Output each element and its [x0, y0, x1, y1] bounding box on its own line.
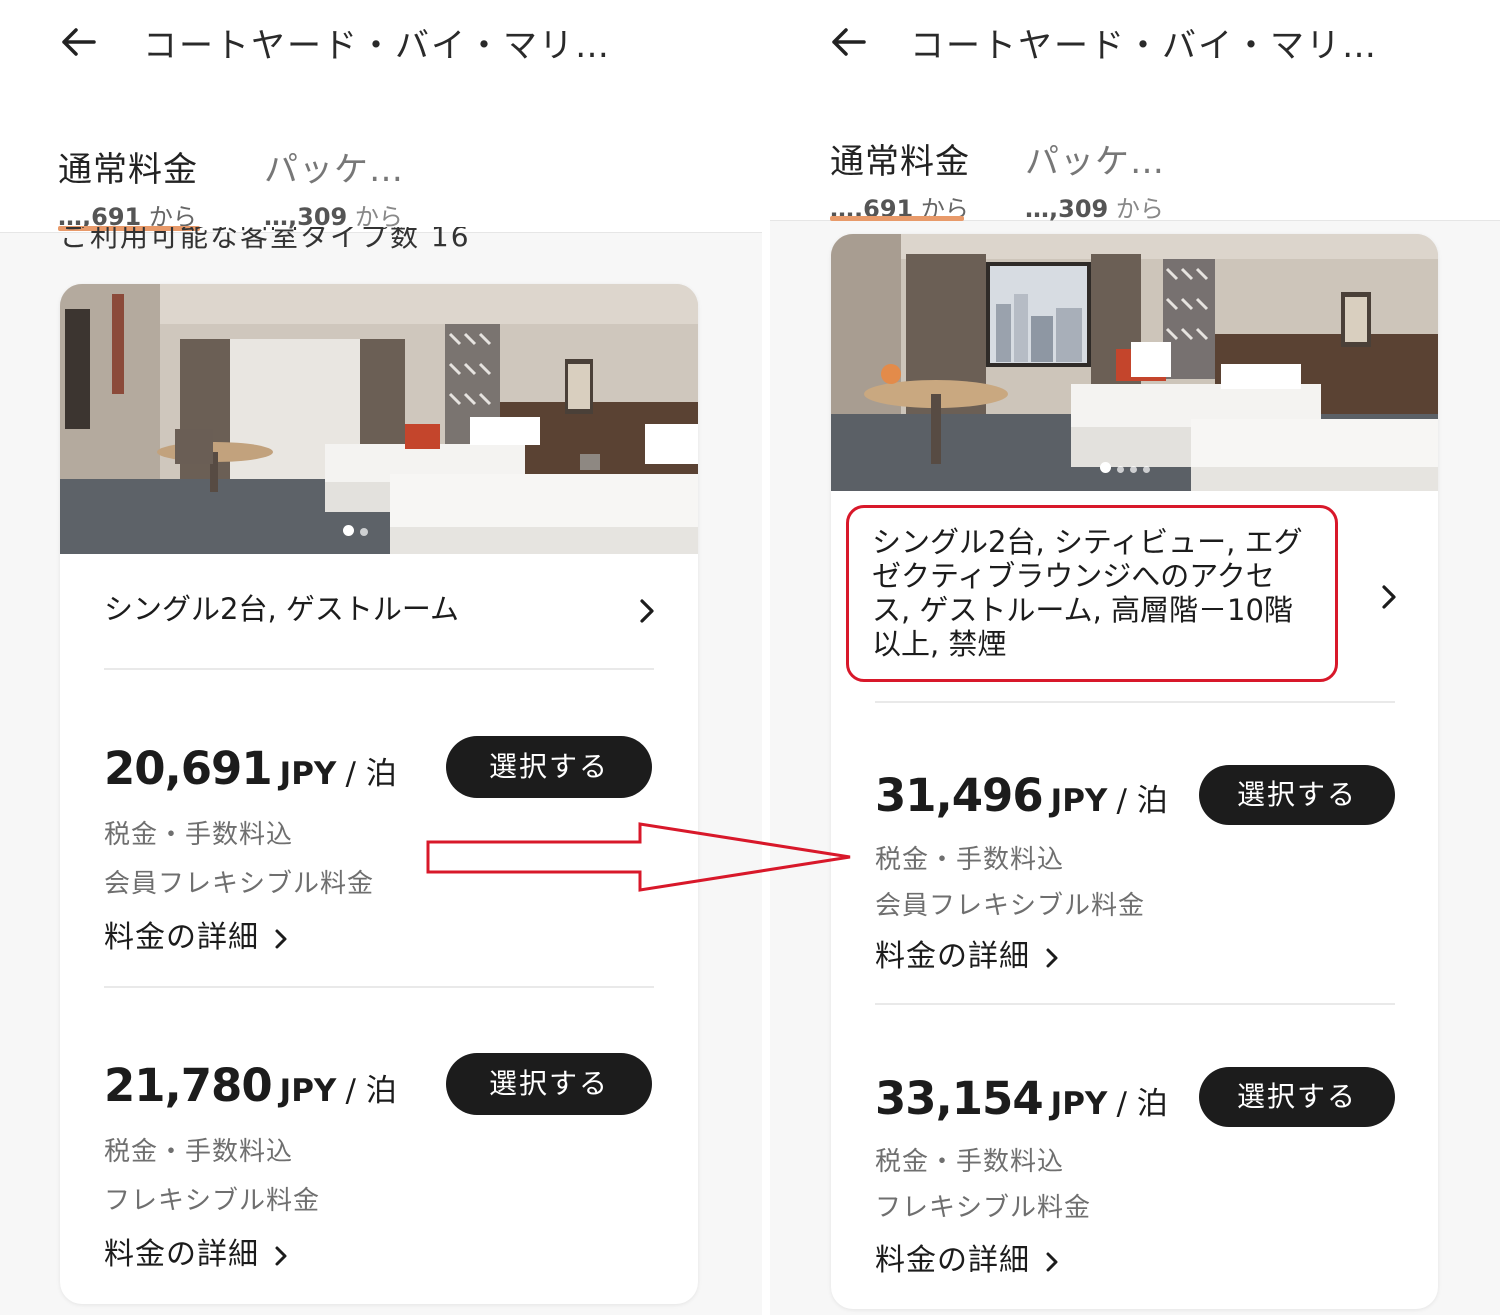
select-rate-button[interactable]: 選択する: [446, 1053, 652, 1115]
rate-price: 20,691 JPY / 泊: [104, 742, 397, 795]
room-card: シングル2台, ゲストルーム 20,691 JPY / 泊 選択する 税金・手数料…: [60, 284, 698, 1304]
tab-price-from: …,309 から: [1025, 195, 1164, 223]
hotel-title: コートヤード・バイ・マリ…: [143, 26, 611, 66]
rate-details-link[interactable]: 料金の詳細: [104, 912, 289, 956]
chevron-right-icon: [1046, 1252, 1058, 1271]
rate-price: 21,780 JPY / 泊: [104, 1059, 397, 1112]
rate-details-label: 料金の詳細: [104, 1237, 259, 1272]
carousel-dot: [1143, 466, 1150, 473]
tab-standard-rate[interactable]: 通常料金 …,691 から: [58, 142, 198, 232]
carousel-dot: [360, 528, 368, 536]
carousel-dot-active: [343, 525, 354, 536]
tab-package[interactable]: パッケ… …,309 から: [264, 142, 404, 232]
price-per-night: / 泊: [1116, 1086, 1168, 1122]
rate-details-label: 料金の詳細: [104, 920, 259, 955]
arrow-left-icon[interactable]: [828, 22, 868, 62]
rate-details-link[interactable]: 料金の詳細: [104, 1229, 289, 1273]
tab-label: パッケ…: [264, 150, 404, 190]
top-bar: コートヤード・バイ・マリ… 通常料金 …,691 から パッケ… …,309 か…: [770, 0, 1500, 224]
carousel-dot: [1117, 466, 1124, 473]
arrow-left-icon[interactable]: [58, 22, 98, 62]
price-per-night: / 泊: [1116, 783, 1168, 819]
rate-plan-name: フレキシブル料金: [104, 1186, 321, 1216]
tab-price-from: …,309 から: [264, 203, 403, 231]
tax-note: 税金・手数料込: [104, 820, 294, 850]
top-bar: コートヤード・バイ・マリ… 通常料金 …,691 から パッケ… …,309 か…: [0, 0, 762, 233]
tax-note: 税金・手数料込: [104, 1137, 294, 1167]
price-currency: JPY: [1050, 783, 1108, 819]
price-amount: 20,691: [104, 742, 273, 795]
tab-label: 通常料金: [58, 150, 198, 190]
image-carousel-dots: [1100, 458, 1150, 477]
price-amount: 21,780: [104, 1059, 273, 1112]
annotation-highlight-box: [846, 505, 1338, 682]
room-photo[interactable]: [831, 234, 1438, 491]
active-tab-indicator: [830, 216, 964, 221]
annotation-arrow-icon: [426, 822, 851, 892]
price-per-night: / 泊: [345, 756, 397, 792]
chevron-right-icon[interactable]: [636, 596, 658, 626]
price-amount: 31,496: [875, 769, 1044, 822]
divider: [104, 668, 654, 670]
rate-plan-name: 会員フレキシブル料金: [104, 869, 375, 899]
tax-note: 税金・手数料込: [875, 845, 1065, 875]
price-currency: JPY: [1050, 1086, 1108, 1122]
chevron-right-icon: [275, 929, 287, 948]
tab-label: パッケ…: [1025, 142, 1165, 182]
select-rate-button[interactable]: 選択する: [446, 736, 652, 798]
rate-plan-name: フレキシブル料金: [875, 1193, 1092, 1223]
tax-note: 税金・手数料込: [875, 1147, 1065, 1177]
divider: [875, 1003, 1395, 1005]
room-photo[interactable]: [60, 284, 698, 554]
tab-label: 通常料金: [830, 142, 970, 182]
room-type-name[interactable]: シングル2台, ゲストルーム: [104, 592, 624, 626]
image-carousel-dots: [343, 521, 368, 540]
left-screen: コートヤード・バイ・マリ… 通常料金 …,691 から パッケ… …,309 か…: [0, 0, 762, 1315]
rate-details-label: 料金の詳細: [875, 939, 1030, 974]
rate-details-label: 料金の詳細: [875, 1243, 1030, 1278]
select-rate-button[interactable]: 選択する: [1199, 765, 1395, 825]
rate-price: 31,496 JPY / 泊: [875, 769, 1168, 822]
price-currency: JPY: [279, 756, 337, 792]
rate-details-link[interactable]: 料金の詳細: [875, 931, 1060, 975]
carousel-dot-active: [1100, 462, 1111, 473]
room-card: シングル2台, シティビュー, エグ ゼクティブラウンジへのアクセ ス, ゲスト…: [831, 234, 1438, 1309]
chevron-right-icon[interactable]: [1378, 582, 1400, 612]
price-currency: JPY: [279, 1073, 337, 1109]
divider: [875, 701, 1395, 703]
price-per-night: / 泊: [345, 1073, 397, 1109]
chevron-right-icon: [1046, 948, 1058, 967]
rate-price: 33,154 JPY / 泊: [875, 1072, 1168, 1125]
rate-plan-name: 会員フレキシブル料金: [875, 891, 1146, 921]
hotel-title: コートヤード・バイ・マリ…: [910, 26, 1378, 66]
carousel-dot: [1130, 466, 1137, 473]
select-rate-button[interactable]: 選択する: [1199, 1067, 1395, 1127]
divider: [104, 986, 654, 988]
tab-standard-rate[interactable]: 通常料金 …,691 から: [830, 134, 970, 224]
rate-details-link[interactable]: 料金の詳細: [875, 1235, 1060, 1279]
price-amount: 33,154: [875, 1072, 1044, 1125]
tab-package[interactable]: パッケ… …,309 から: [1025, 134, 1165, 224]
chevron-right-icon: [275, 1246, 287, 1265]
